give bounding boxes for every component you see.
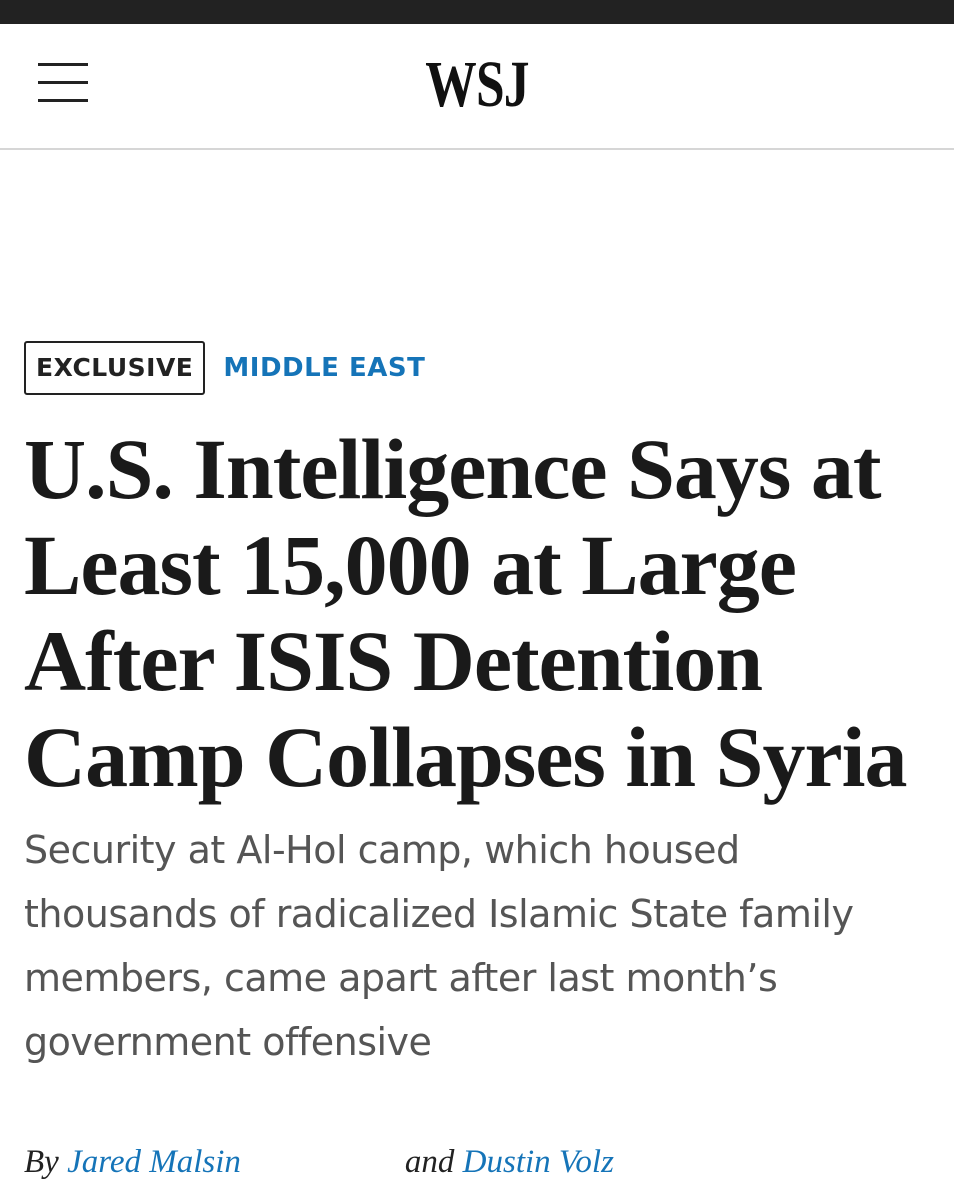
exclusive-badge: EXCLUSIVE: [24, 341, 206, 395]
site-header: WSJ: [0, 24, 954, 150]
byline-joiner: and: [404, 1144, 455, 1180]
top-status-strip: [0, 0, 954, 24]
author-link-2[interactable]: Dustin Volz: [463, 1144, 614, 1180]
author-link-1[interactable]: Jared Malsin: [67, 1144, 241, 1180]
menu-line: [38, 81, 88, 84]
article-page: WSJ EXCLUSIVE MIDDLE EAST U.S. Intellige…: [0, 0, 954, 1200]
article-dek: Security at Al-Hol camp, which housed th…: [24, 828, 854, 1064]
byline-prefix: By: [24, 1144, 59, 1180]
hamburger-menu-icon[interactable]: [38, 62, 90, 106]
menu-line: [38, 63, 88, 66]
section-link[interactable]: MIDDLE EAST: [223, 353, 425, 383]
byline: By Jared Malsin and Dustin Volz: [24, 1140, 924, 1184]
article-flags: EXCLUSIVE MIDDLE EAST: [24, 341, 425, 395]
article-headline: U.S. Intelligence Says at Least 15,000 a…: [24, 421, 908, 805]
wsj-logo[interactable]: WSJ: [105, 50, 849, 120]
menu-line: [38, 99, 88, 102]
